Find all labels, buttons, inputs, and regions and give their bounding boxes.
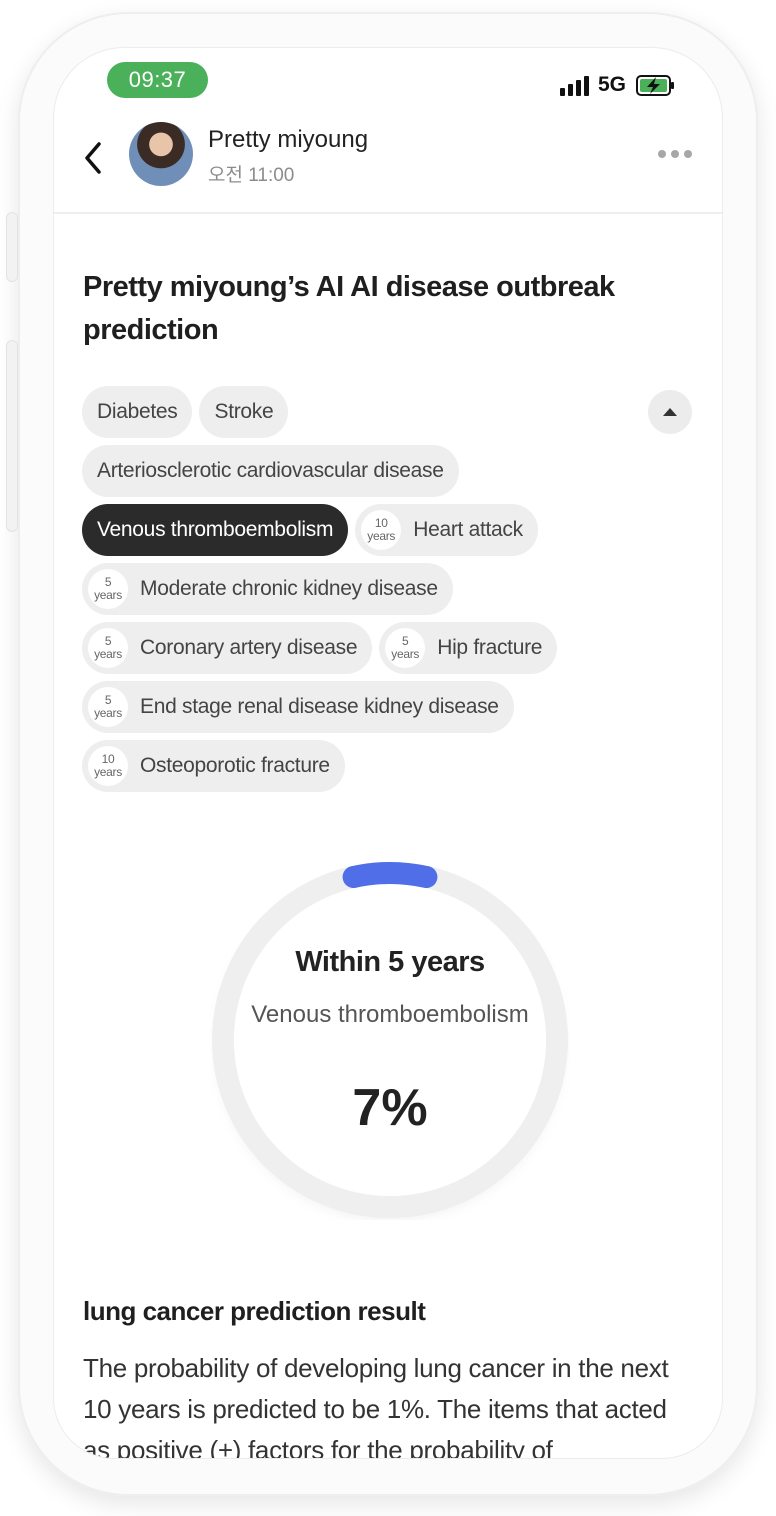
years-badge: 10 years	[88, 746, 128, 786]
gauge-percent: 7%	[352, 1079, 428, 1137]
chip-label: Osteoporotic fracture	[140, 754, 330, 777]
chip-heart-attack[interactable]: 10 years Heart attack	[355, 504, 538, 556]
status-bar: 09:37 5G	[54, 48, 722, 108]
chip-row: Diabetes Stroke	[82, 386, 672, 438]
result-description: The probability of developing lung cance…	[83, 1353, 669, 1458]
chip-row: Venous thromboembolism 10 years Heart att…	[82, 504, 672, 556]
chip-stroke[interactable]: Stroke	[199, 386, 289, 438]
years-badge: 5 years	[385, 628, 426, 668]
chip-label: Heart attack	[413, 518, 523, 541]
chip-diabetes[interactable]: Diabetes	[82, 386, 193, 438]
disease-chip-list: Diabetes Stroke Arteriosclerotic cardiov…	[82, 386, 672, 799]
chip-hip-fracture[interactable]: 5 years Hip fracture	[379, 622, 558, 674]
chip-end-stage-renal-disease[interactable]: 5 years End stage renal disease kidney di…	[82, 681, 514, 733]
avatar[interactable]	[129, 122, 193, 186]
back-arrow-icon[interactable]	[80, 138, 106, 178]
chip-label: Arteriosclerotic cardiovascular disease	[97, 459, 444, 482]
gauge-period: Within 5 years	[295, 946, 485, 978]
chip-moderate-chronic-kidney-disease[interactable]: 5 years Moderate chronic kidney disease	[82, 563, 453, 615]
result-heading: lung cancer prediction result	[83, 1296, 426, 1326]
battery-charging-icon	[636, 75, 674, 96]
chip-venous-thromboembolism[interactable]: Venous thromboembolism	[82, 504, 349, 556]
years-badge: 5 years	[88, 628, 128, 668]
chip-coronary-artery-disease[interactable]: 5 years Coronary artery disease	[82, 622, 373, 674]
chip-row: 5 years Moderate chronic kidney disease	[82, 563, 672, 615]
years-badge: 10 years	[361, 510, 402, 550]
chip-label: End stage renal disease kidney disease	[140, 695, 499, 718]
chip-label: Coronary artery disease	[140, 636, 358, 659]
chip-label: Venous thromboembolism	[97, 518, 334, 541]
contact-name: Pretty miyoung	[208, 126, 369, 153]
chip-row: 5 years End stage renal disease kidney di…	[82, 681, 672, 733]
gauge-progress-arc	[342, 862, 438, 889]
gauge-ring	[212, 862, 568, 1218]
message-time: 오전 11:00	[208, 165, 295, 186]
chip-label: Moderate chronic kidney disease	[140, 577, 438, 600]
chip-row: 5 years Coronary artery disease 5 years Hi…	[82, 622, 672, 674]
chat-header: Pretty miyoung 오전 11:00	[54, 110, 722, 214]
signal-icon	[560, 76, 590, 96]
chip-osteoporotic-fracture[interactable]: 10 years Osteoporotic fracture	[82, 740, 345, 792]
chip-arteriosclerotic-cardiovascular-disease[interactable]: Arteriosclerotic cardiovascular disease	[82, 445, 459, 497]
side-button-volume-up	[6, 212, 18, 282]
status-time: 09:37	[107, 62, 208, 98]
side-button-volume-down	[6, 340, 18, 532]
page-title: Pretty miyoung’s AI AI disease outbreak …	[83, 271, 615, 346]
years-badge: 5 years	[88, 569, 128, 609]
chip-label: Stroke	[214, 400, 274, 423]
network-type: 5G	[598, 73, 627, 96]
chip-label: Diabetes	[97, 400, 178, 423]
chip-row: 10 years Osteoporotic fracture	[82, 740, 672, 792]
chip-label: Hip fracture	[437, 636, 543, 659]
chip-row: Arteriosclerotic cardiovascular disease	[82, 445, 672, 497]
risk-gauge: Within 5 years Venous thromboembolism 7%	[210, 860, 570, 1220]
gauge-disease: Venous thromboembolism	[251, 1001, 529, 1028]
app-screen: 09:37 5G Pretty miyoung 오전 11:00 Pretty …	[54, 48, 722, 1458]
years-badge: 5 years	[88, 687, 128, 727]
more-options-icon[interactable]	[658, 150, 692, 160]
